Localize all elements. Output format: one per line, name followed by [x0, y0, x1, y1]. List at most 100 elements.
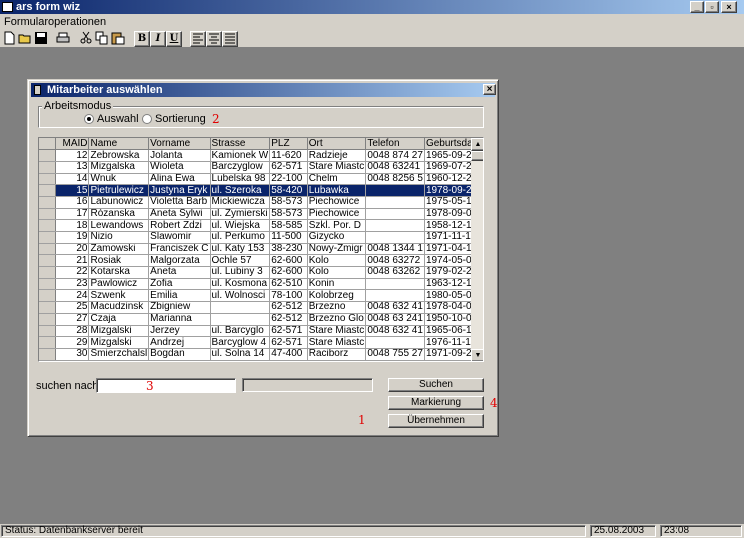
- table-row[interactable]: 29 Mizgalski Andrzej Barcyglow 4 62-571 Stare…: [39, 336, 483, 349]
- table-cell[interactable]: 25: [55, 301, 90, 314]
- row-indicator[interactable]: [39, 254, 56, 268]
- table-cell[interactable]: 38-230: [269, 243, 308, 256]
- table-cell[interactable]: 62-600: [269, 254, 308, 268]
- table-cell[interactable]: 0048 632 41: [365, 325, 425, 338]
- table-row[interactable]: 24 Szwenk Emilia ul. Wolnosci 78-100 Kolobrze…: [39, 289, 483, 303]
- table-cell[interactable]: Kolobrzeg: [307, 289, 367, 303]
- table-cell[interactable]: Marianna: [148, 313, 211, 326]
- table-cell[interactable]: Mizgalski: [88, 325, 150, 338]
- employee-grid[interactable]: MAID Name Vorname Strasse PLZ Ort Telefon Gebur…: [38, 137, 484, 362]
- table-row[interactable]: 25 Macudzinsk Zbigniew 62-512 Brzezno 0048 63…: [39, 301, 483, 314]
- table-cell[interactable]: 13: [55, 161, 90, 174]
- table-cell[interactable]: Barczyglow: [210, 161, 271, 174]
- table-cell[interactable]: Justyna Eryk: [148, 184, 211, 197]
- table-row[interactable]: 20 Zamowski Franciszek Cul. Katy 153 38-230…: [39, 243, 483, 256]
- row-indicator[interactable]: [39, 196, 56, 209]
- table-cell[interactable]: Raciborz: [307, 348, 367, 361]
- table-cell[interactable]: Radzieje: [307, 149, 367, 162]
- table-cell[interactable]: 18: [55, 219, 90, 232]
- table-cell[interactable]: 0048 63262: [365, 266, 425, 279]
- table-cell[interactable]: ul. Wolnosci: [210, 289, 271, 303]
- table-cell[interactable]: 58-573: [269, 208, 308, 221]
- table-cell[interactable]: 11-500: [269, 231, 308, 244]
- table-cell[interactable]: ul. Szeroka: [210, 184, 271, 197]
- table-cell[interactable]: ul. Kosmona: [210, 278, 271, 291]
- row-indicator[interactable]: [39, 243, 56, 256]
- table-cell[interactable]: [365, 219, 425, 232]
- table-row[interactable]: 12 Zebrowska Jolanta Kamionek W 11-620 Radzie…: [39, 149, 483, 162]
- table-cell[interactable]: Stare Miastc: [307, 161, 367, 174]
- table-cell[interactable]: Emilia: [148, 289, 211, 303]
- table-cell[interactable]: 62-571: [269, 161, 308, 174]
- table-cell[interactable]: Rosiak: [88, 254, 150, 268]
- row-indicator[interactable]: [39, 219, 56, 232]
- table-cell[interactable]: Aneta Sylwi: [148, 208, 211, 221]
- table-cell[interactable]: Jolanta: [148, 149, 211, 162]
- table-cell[interactable]: Aneta: [148, 266, 211, 279]
- table-cell[interactable]: Stare Miastc: [307, 325, 367, 338]
- table-row[interactable]: 13 Mizgalska Wioleta Barczyglow 62-571 Stare …: [39, 161, 483, 174]
- table-cell[interactable]: 23: [55, 278, 90, 291]
- table-cell[interactable]: Zamowski: [88, 243, 150, 256]
- bold-button[interactable]: B: [134, 31, 150, 47]
- table-cell[interactable]: Lewandows: [88, 219, 150, 232]
- maximize-button[interactable]: ▫: [705, 1, 719, 13]
- table-cell[interactable]: Smierzchalsl: [88, 348, 150, 361]
- table-cell[interactable]: [210, 313, 271, 326]
- row-indicator[interactable]: [39, 266, 56, 279]
- table-cell[interactable]: 29: [55, 336, 90, 349]
- row-indicator[interactable]: [39, 173, 56, 186]
- align-center-button[interactable]: [206, 31, 222, 47]
- table-cell[interactable]: Kolo: [307, 266, 367, 279]
- align-left-button[interactable]: [190, 31, 206, 47]
- radio-auswahl[interactable]: [84, 114, 94, 124]
- table-row[interactable]: 23 Pawlowicz Zofia ul. Kosmona 62-510 Konin 19…: [39, 278, 483, 291]
- table-cell[interactable]: 30: [55, 348, 90, 361]
- table-cell[interactable]: 62-510: [269, 278, 308, 291]
- table-cell[interactable]: 62-512: [269, 313, 308, 326]
- copy-button[interactable]: [94, 31, 110, 47]
- table-cell[interactable]: 62-512: [269, 301, 308, 314]
- table-cell[interactable]: 0048 755 27: [365, 348, 425, 361]
- column-header-strasse[interactable]: Strasse: [210, 138, 271, 151]
- table-cell[interactable]: 0048 8256 5: [365, 173, 425, 186]
- table-cell[interactable]: 27: [55, 313, 90, 326]
- table-cell[interactable]: Stare Miastc: [307, 336, 367, 349]
- row-indicator[interactable]: [39, 289, 56, 303]
- row-indicator[interactable]: [39, 301, 56, 314]
- table-cell[interactable]: ul. Katy 153: [210, 243, 271, 256]
- column-header-ort[interactable]: Ort: [307, 138, 367, 151]
- row-indicator[interactable]: [39, 208, 56, 221]
- print-button[interactable]: [55, 31, 71, 47]
- table-cell[interactable]: 0048 1344 1: [365, 243, 425, 256]
- table-cell[interactable]: [365, 208, 425, 221]
- table-row[interactable]: 16 Labunowicz Violetta Barb Mickiewicza 58-5…: [39, 196, 483, 209]
- column-header-vorname[interactable]: Vorname: [148, 138, 211, 151]
- table-cell[interactable]: [365, 231, 425, 244]
- table-cell[interactable]: ul. Barcyglo: [210, 325, 271, 338]
- search-input[interactable]: [96, 378, 236, 393]
- grid-vertical-scrollbar[interactable]: ▲ ▼: [471, 138, 483, 361]
- table-cell[interactable]: 15: [55, 184, 90, 197]
- table-cell[interactable]: Konin: [307, 278, 367, 291]
- row-indicator[interactable]: [39, 161, 56, 174]
- table-cell[interactable]: Brzezno Glo: [307, 313, 367, 326]
- column-header-name[interactable]: Name: [88, 138, 150, 151]
- table-cell[interactable]: Andrzej: [148, 336, 211, 349]
- table-cell[interactable]: 47-400: [269, 348, 308, 361]
- underline-button[interactable]: U: [166, 31, 182, 47]
- table-cell[interactable]: Chelm: [307, 173, 367, 186]
- table-cell[interactable]: [365, 184, 425, 197]
- table-cell[interactable]: Mizgalska: [88, 161, 150, 174]
- table-cell[interactable]: Lubelska 98: [210, 173, 271, 186]
- table-cell[interactable]: 24: [55, 289, 90, 303]
- search-button[interactable]: Suchen: [388, 378, 484, 392]
- table-cell[interactable]: 28: [55, 325, 90, 338]
- table-cell[interactable]: Pawlowicz: [88, 278, 150, 291]
- close-button[interactable]: ×: [721, 1, 737, 13]
- table-cell[interactable]: ul. Wiejska: [210, 219, 271, 232]
- table-cell[interactable]: Kotarska: [88, 266, 150, 279]
- row-indicator[interactable]: [39, 278, 56, 291]
- table-cell[interactable]: Slawomir: [148, 231, 211, 244]
- minimize-button[interactable]: _: [690, 1, 704, 13]
